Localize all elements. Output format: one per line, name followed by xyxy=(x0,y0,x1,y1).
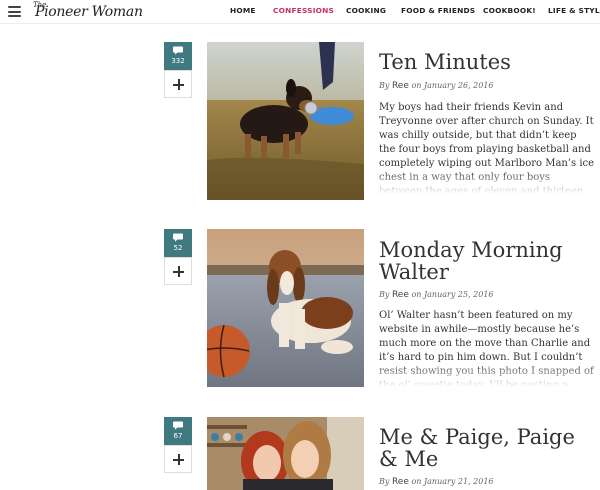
comment-bubble-icon xyxy=(173,421,183,430)
author-link[interactable]: Ree xyxy=(392,290,409,300)
plus-icon[interactable] xyxy=(164,70,192,98)
comment-bubble-icon xyxy=(173,46,183,55)
byline-by: By xyxy=(379,81,390,90)
nav-food-and-friends[interactable]: FOOD & FRIENDS xyxy=(401,6,475,15)
post-date: January 25, 2016 xyxy=(423,290,494,299)
comment-count-badge[interactable]: 67 xyxy=(164,417,192,445)
comment-count: 332 xyxy=(171,57,185,65)
author-link[interactable]: Ree xyxy=(392,477,409,487)
nav-cooking[interactable]: COOKING xyxy=(346,6,386,15)
comment-count: 52 xyxy=(173,244,183,252)
post-title[interactable]: Me & Paige, Paige & Me xyxy=(379,426,595,470)
post-byline: By Ree on January 21, 2016 xyxy=(379,477,494,487)
byline-by: By xyxy=(379,290,390,299)
byline-by: By xyxy=(379,477,390,486)
selfie-photo[interactable] xyxy=(207,417,364,490)
excerpt-fade xyxy=(379,170,595,194)
site-header: The Pioneer Woman HOME CONFESSIONS COOKI… xyxy=(0,0,600,24)
site-logo[interactable]: The Pioneer Woman xyxy=(33,1,143,23)
puppy-photo[interactable] xyxy=(207,42,364,200)
plus-icon[interactable] xyxy=(164,257,192,285)
post-excerpt: Ol’ Walter hasn’t been featured on my we… xyxy=(379,309,595,387)
nav-life-and-style[interactable]: LIFE & STYLE xyxy=(548,6,600,15)
byline-on: on xyxy=(411,81,422,90)
comment-count: 67 xyxy=(173,432,183,440)
author-link[interactable]: Ree xyxy=(392,81,409,91)
byline-on: on xyxy=(411,290,422,299)
post-excerpt: My boys had their friends Kevin and Trey… xyxy=(379,101,595,194)
basset-hound-photo[interactable] xyxy=(207,229,364,387)
logo-wordmark: Pioneer Woman xyxy=(35,4,143,20)
post-byline: By Ree on January 26, 2016 xyxy=(379,81,494,91)
post-date: January 26, 2016 xyxy=(423,81,494,90)
post-monday-morning-walter: 52 Monday Morning Walter By Ree on Janua… xyxy=(0,229,600,389)
hamburger-icon[interactable] xyxy=(8,6,21,17)
nav-confessions[interactable]: CONFESSIONS xyxy=(273,6,334,15)
post-byline: By Ree on January 25, 2016 xyxy=(379,290,494,300)
comment-count-badge[interactable]: 52 xyxy=(164,229,192,257)
nav-home[interactable]: HOME xyxy=(230,6,256,15)
post-me-and-paige: 67 Me & Paige, Paige & Me By Ree on Janu… xyxy=(0,417,600,490)
excerpt-fade xyxy=(379,363,595,387)
post-title[interactable]: Monday Morning Walter xyxy=(379,239,595,283)
nav-cookbook[interactable]: COOKBOOK! xyxy=(483,6,536,15)
comment-bubble-icon xyxy=(173,233,183,242)
plus-icon[interactable] xyxy=(164,445,192,473)
post-title[interactable]: Ten Minutes xyxy=(379,51,511,73)
byline-on: on xyxy=(411,477,422,486)
comment-count-badge[interactable]: 332 xyxy=(164,42,192,70)
post-ten-minutes: 332 Ten Minutes By Ree on January 26, 20… xyxy=(0,42,600,202)
post-date: January 21, 2016 xyxy=(423,477,494,486)
